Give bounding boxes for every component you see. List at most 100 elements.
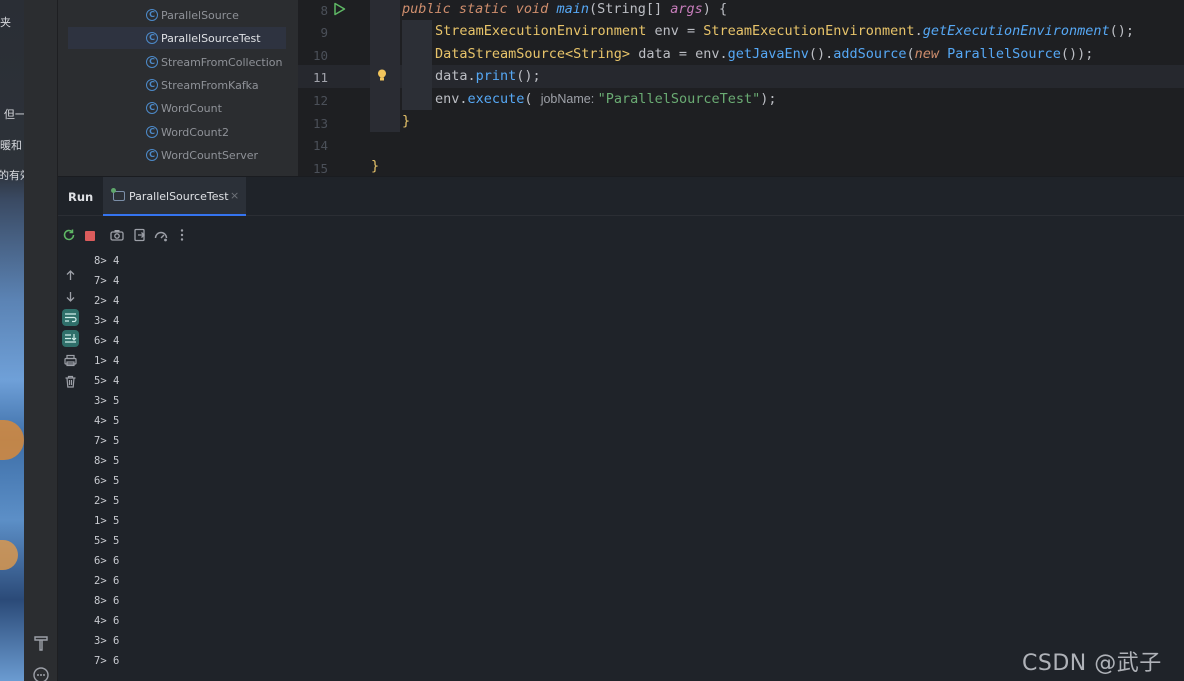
code-line-15: }: [371, 158, 380, 174]
code-line-12: env.execute( jobName: "ParallelSourceTes…: [435, 91, 777, 107]
wallpaper-text: 的有效: [0, 169, 24, 182]
console-line: 6> 6: [94, 555, 120, 567]
run-tab-label: ParallelSourceTest: [129, 190, 229, 203]
console-line: 2> 4: [94, 295, 120, 307]
indent-guide: [402, 20, 432, 110]
line-number: 8: [320, 3, 328, 18]
type-name: DataStreamSource<String>: [435, 46, 631, 62]
class-icon: C: [146, 9, 158, 21]
run-panel: Run ParallelSourceTest × 8> 4 7> 4 2> 4 …: [58, 176, 1184, 681]
print-icon[interactable]: [62, 352, 79, 369]
console-line: 8> 5: [94, 455, 120, 467]
class-icon: C: [146, 102, 158, 114]
console-line: 3> 6: [94, 635, 120, 647]
tree-item-label: ParallelSource: [161, 8, 239, 22]
camera-icon[interactable]: [109, 227, 125, 243]
class-icon: C: [146, 79, 158, 91]
exit-icon[interactable]: [132, 227, 148, 243]
code-line-13: }: [402, 113, 411, 129]
code-editor[interactable]: 8 9 10 11 12 13 14 15 public static void…: [298, 0, 1184, 176]
dump-threads-icon[interactable]: [153, 227, 169, 243]
code-text: ) {: [702, 1, 728, 17]
code-line-10: DataStreamSource<String> data = env.getJ…: [435, 46, 1093, 62]
code-line-8: public static void main(String[] args) {: [402, 1, 727, 17]
tree-item-parallelsource[interactable]: C ParallelSource: [68, 4, 286, 26]
type-name: StreamExecutionEnvironment: [703, 23, 915, 39]
build-hammer-icon[interactable]: [32, 634, 50, 652]
desktop-wallpaper-strip: 夹 ! 但一 暖和 的有效: [0, 0, 24, 681]
keyword: public static void: [402, 1, 557, 17]
scroll-to-end-icon[interactable]: [62, 330, 79, 347]
class-icon: C: [146, 32, 158, 44]
tree-item-label: WordCount: [161, 101, 222, 115]
string-literal: "ParallelSourceTest": [597, 91, 761, 107]
tree-item-streamfromcollection[interactable]: C StreamFromCollection: [68, 51, 286, 73]
stop-icon[interactable]: [85, 231, 95, 241]
code-text: ().: [808, 46, 834, 62]
method-name: addSource: [833, 46, 907, 62]
console-line: 4> 5: [94, 415, 120, 427]
code-line-9: StreamExecutionEnvironment env = StreamE…: [435, 23, 1134, 39]
class-icon: C: [146, 149, 158, 161]
wallpaper-shape: [0, 420, 24, 460]
tree-item-label: ParallelSourceTest: [161, 31, 261, 45]
tree-item-label: StreamFromKafka: [161, 78, 259, 92]
method-name: getJavaEnv: [727, 46, 809, 62]
watermark: CSDN @武子康: [1022, 651, 1162, 676]
console-line: 8> 6: [94, 595, 120, 607]
code-line-11: data.print();: [435, 68, 541, 84]
keyword: new: [914, 46, 948, 62]
code-text: (String[]: [588, 1, 671, 17]
method-name: getExecutionEnvironment: [922, 23, 1110, 39]
more-icon[interactable]: [174, 227, 190, 243]
wallpaper-text: 夹: [0, 16, 11, 29]
class-name: ParallelSource: [947, 46, 1061, 62]
console-line: 2> 6: [94, 575, 120, 587]
code-text: env.: [435, 91, 468, 107]
console-line: 4> 6: [94, 615, 120, 627]
code-text: ());: [1060, 46, 1094, 62]
services-icon[interactable]: [32, 666, 50, 681]
soft-wrap-icon[interactable]: [62, 309, 79, 326]
tree-item-wordcountserver[interactable]: C WordCountServer: [68, 144, 286, 166]
left-tool-strip: [24, 0, 58, 681]
console-line: 5> 5: [94, 535, 120, 547]
lightbulb-icon[interactable]: [377, 69, 387, 82]
tree-item-label: WordCount2: [161, 125, 229, 139]
console-line: 7> 6: [94, 655, 120, 667]
code-text: );: [760, 91, 777, 107]
arrow-down-icon[interactable]: [62, 288, 79, 305]
run-config-icon: [111, 188, 125, 201]
wallpaper-text: ! 但一: [0, 108, 24, 121]
trash-icon[interactable]: [62, 373, 79, 390]
tree-item-label: StreamFromCollection: [161, 55, 283, 69]
code-text: env =: [646, 23, 704, 39]
console-line: 7> 4: [94, 275, 120, 287]
tree-item-wordcount[interactable]: C WordCount: [68, 97, 286, 119]
rerun-icon[interactable]: [61, 227, 77, 243]
tree-item-wordcount2[interactable]: C WordCount2: [68, 121, 286, 143]
console-line: 5> 4: [94, 375, 120, 387]
code-text: (: [906, 46, 915, 62]
line-number-current: 11: [312, 70, 328, 85]
run-gutter-icon[interactable]: [333, 2, 346, 16]
tree-item-parallelsourcetest[interactable]: C ParallelSourceTest: [68, 27, 286, 49]
run-tab-parallelsourcetest[interactable]: ParallelSourceTest ×: [103, 177, 246, 216]
console-line: 7> 5: [94, 435, 120, 447]
console-line: 3> 4: [94, 315, 120, 327]
arrow-up-icon[interactable]: [62, 267, 79, 284]
method-name: main: [556, 1, 589, 17]
indent-guide: [370, 0, 400, 132]
console-line: 6> 4: [94, 335, 120, 347]
console-line: 1> 5: [94, 515, 120, 527]
console-line: 6> 5: [94, 475, 120, 487]
method-name: execute: [467, 91, 525, 107]
tree-item-streamfromkafka[interactable]: C StreamFromKafka: [68, 74, 286, 96]
parameter-hint: jobName:: [540, 92, 598, 106]
close-tab-icon[interactable]: ×: [230, 189, 239, 202]
class-icon: C: [146, 126, 158, 138]
code-text: .: [914, 23, 923, 39]
wallpaper-text: 暖和: [0, 139, 22, 152]
console-line: 8> 4: [94, 255, 120, 267]
type-name: StreamExecutionEnvironment: [435, 23, 647, 39]
